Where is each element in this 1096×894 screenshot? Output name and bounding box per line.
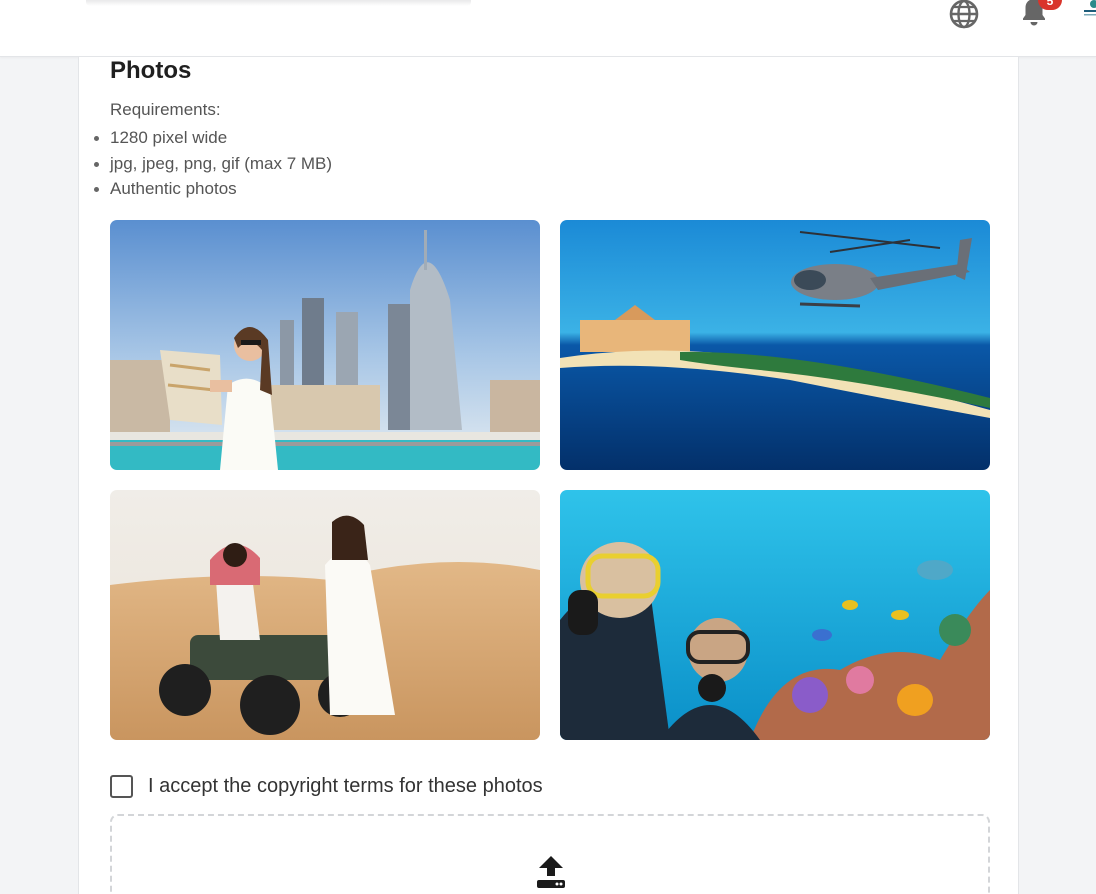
top-bar-search-shadow: [86, 0, 471, 6]
avatar[interactable]: [1078, 0, 1096, 28]
photos-card: Photos Requirements: 1280 pixel wide jpg…: [78, 57, 1019, 894]
requirements-list: 1280 pixel wide jpg, jpeg, png, gif (max…: [92, 125, 332, 202]
diving-reef-photo[interactable]: [560, 490, 990, 740]
requirement-item: 1280 pixel wide: [92, 125, 332, 151]
upload-dropzone[interactable]: [110, 814, 990, 894]
upload-icon: [537, 856, 565, 888]
top-bar: 5: [0, 0, 1096, 57]
copyright-checkbox[interactable]: [110, 774, 133, 798]
requirements-heading: Requirements:: [110, 100, 221, 119]
helicopter-palm-photo[interactable]: [560, 220, 990, 470]
section-title: Photos: [110, 57, 192, 84]
desert-quad-photo[interactable]: [110, 490, 540, 740]
requirement-item: Authentic photos: [92, 176, 332, 202]
copyright-accept-label: I accept the copyright terms for these p…: [148, 774, 543, 797]
avatar-logo: [1084, 0, 1096, 16]
requirement-item: jpg, jpeg, png, gif (max 7 MB): [92, 151, 332, 177]
globe-icon[interactable]: [948, 0, 980, 30]
city-tourist-photo[interactable]: [110, 220, 540, 470]
copyright-accept-row[interactable]: I accept the copyright terms for these p…: [110, 773, 543, 799]
